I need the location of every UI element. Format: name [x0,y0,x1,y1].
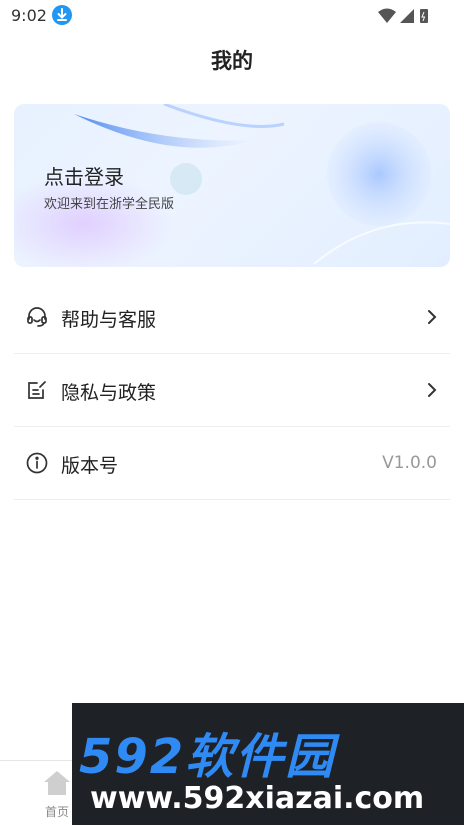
signal-icon [400,9,414,23]
watermark-url: www.592xiazai.com [90,781,425,816]
watermark-brand: 592软件园 [79,729,336,785]
tab-home-label[interactable]: 首页 [45,803,69,820]
headset-icon [25,305,49,329]
status-icons [378,6,430,26]
download-icon [52,5,72,25]
login-card[interactable]: 点击登录 欢迎来到在浙学全民版 [14,104,450,267]
menu-item-help[interactable]: 帮助与客服 [14,280,450,354]
menu-label-help: 帮助与客服 [61,309,157,331]
chevron-right-icon [426,381,438,399]
page-title: 我的 [211,49,253,73]
info-icon [25,451,49,475]
edit-document-icon [25,378,49,402]
menu-item-privacy[interactable]: 隐私与政策 [14,353,450,427]
battery-icon [420,9,428,23]
chevron-right-icon [426,308,438,326]
home-icon[interactable] [42,769,72,797]
status-bar: 9:02 [0,0,464,32]
menu-label-version: 版本号 [61,455,119,477]
status-time: 9:02 [11,6,47,25]
version-value: V1.0.0 [382,453,437,473]
menu-item-version: 版本号 V1.0.0 [14,426,450,500]
login-title: 点击登录 [44,165,124,189]
wifi-icon [378,8,396,23]
menu-label-privacy: 隐私与政策 [61,382,157,404]
watermark-banner: 592软件园 www.592xiazai.com [72,703,464,825]
login-subtitle: 欢迎来到在浙学全民版 [44,197,175,212]
